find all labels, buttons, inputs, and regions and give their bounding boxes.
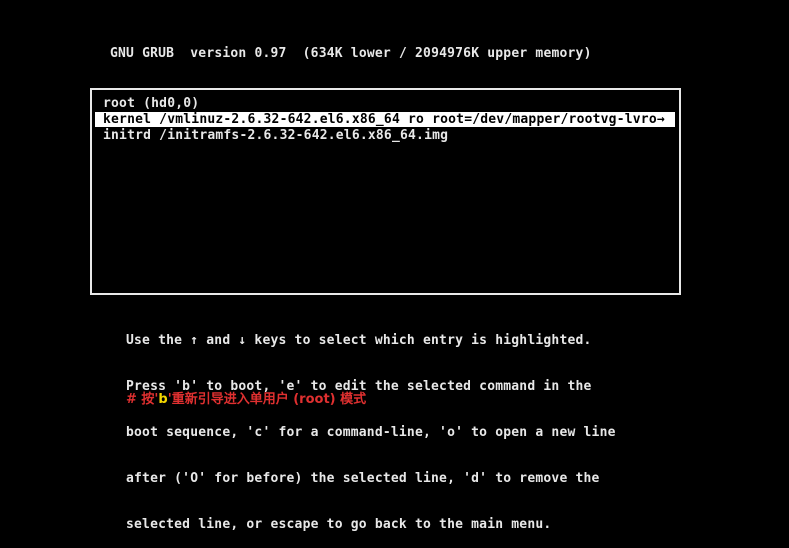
- single-user-mode-annotation: # 按'b'重新引导进入单用户 (root) 模式: [126, 388, 366, 407]
- help-line: after ('O' for before) the selected line…: [126, 471, 600, 486]
- boot-entry-list: root (hd0,0) kernel /vmlinuz-2.6.32-642.…: [90, 88, 681, 295]
- boot-entry-root[interactable]: root (hd0,0): [95, 96, 675, 111]
- help-instructions: Use the ↑ and ↓ keys to select which ent…: [126, 303, 616, 548]
- help-line: Use the ↑ and ↓ keys to select which ent…: [126, 333, 592, 348]
- help-line: selected line, or escape to go back to t…: [126, 517, 552, 532]
- annotation-key: b: [158, 392, 168, 407]
- annotation-suffix: '重新引导进入单用户 (root) 模式: [167, 392, 367, 407]
- help-line: boot sequence, 'c' for a command-line, '…: [126, 425, 616, 440]
- boot-entry-initrd[interactable]: initrd /initramfs-2.6.32-642.el6.x86_64.…: [95, 128, 675, 143]
- annotation-prefix: # 按': [126, 392, 159, 407]
- grub-version-header: GNU GRUB version 0.97 (634K lower / 2094…: [110, 46, 592, 61]
- boot-entry-kernel[interactable]: kernel /vmlinuz-2.6.32-642.el6.x86_64 ro…: [95, 112, 675, 127]
